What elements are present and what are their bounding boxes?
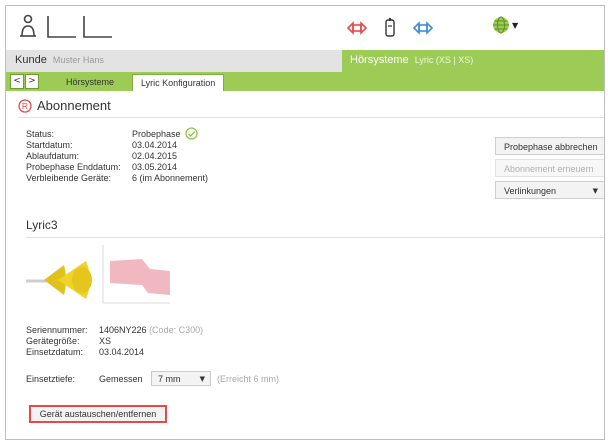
- links-dropdown-label: Verlinkungen: [504, 186, 557, 196]
- lyric-device-image: [26, 261, 92, 299]
- svg-text:R: R: [22, 101, 28, 111]
- remaining-devices-label: Verbleibende Geräte:: [26, 173, 112, 183]
- subscription-title: Abonnement: [37, 98, 111, 113]
- status-row: Status: Probephase: [26, 127, 326, 140]
- insertion-date-value: 03.04.2014: [99, 347, 145, 357]
- serial-code: (Code: C300): [149, 325, 204, 335]
- left-hearing-aid-red-icon[interactable]: [346, 21, 368, 35]
- replace-remove-device-button[interactable]: Gerät austauschen/entfernen: [29, 405, 167, 423]
- hearing-systems-header: Hörsysteme Lyric (XS | XS): [342, 50, 604, 72]
- cancel-trial-button[interactable]: Probephase abbrechen: [495, 137, 604, 155]
- customer-label: Kunde: [15, 54, 47, 66]
- hearing-systems-sub: Lyric (XS | XS): [414, 55, 474, 65]
- trial-end-date-label: Probephase Enddatum:: [26, 162, 121, 172]
- insertion-depth-label: Einsetztiefe:: [26, 374, 76, 384]
- nav-back-button[interactable]: <: [10, 74, 24, 89]
- status-label: Status:: [26, 129, 55, 139]
- size-value: XS: [99, 336, 112, 346]
- tab-lyric-konfiguration[interactable]: Lyric Konfiguration: [132, 74, 225, 91]
- start-date-row: Startdatum: 03.04.2014: [26, 140, 326, 151]
- expiry-date-value: 02.04.2015: [132, 151, 178, 161]
- insertion-date-label: Einsetzdatum:: [26, 347, 84, 357]
- ear-canal-depth-diagram: [102, 245, 170, 304]
- start-date-label: Startdatum:: [26, 140, 73, 150]
- top-bar: ▼: [6, 6, 604, 51]
- divider: [18, 117, 604, 118]
- right-hearing-aid-blue-icon[interactable]: [412, 21, 434, 35]
- check-circle-icon: [185, 127, 198, 140]
- device-status-icons: [346, 14, 450, 42]
- customer-header: Kunde Muster Hans: [6, 50, 342, 72]
- insertion-depth-select[interactable]: 7 mm ▼: [151, 371, 211, 386]
- tab-hoersysteme[interactable]: Hörsysteme: [58, 74, 122, 90]
- chevron-down-icon: ▼: [512, 20, 519, 30]
- trial-end-date-row: Probephase Enddatum: 03.05.2014: [26, 162, 326, 173]
- size-label: Gerätegröße:: [26, 336, 80, 346]
- device-details: Seriennummer: 1406NY226 (Code: C300) Ger…: [26, 325, 346, 358]
- trial-end-date-value: 03.05.2014: [132, 162, 178, 172]
- serial-row: Seriennummer: 1406NY226 (Code: C300): [26, 325, 346, 336]
- hearing-systems-label: Hörsysteme: [350, 54, 409, 66]
- context-header: Kunde Muster Hans Hörsysteme Lyric (XS |…: [6, 50, 604, 72]
- size-row: Gerätegröße: XS: [26, 336, 346, 347]
- app-window: ▼ Kunde Muster Hans Hörsysteme Lyric (XS…: [5, 5, 605, 440]
- status-value: Probephase: [132, 129, 181, 139]
- registered-icon: R: [18, 99, 32, 113]
- remaining-devices-row: Verbleibende Geräte: 6 (im Abonnement): [26, 173, 326, 184]
- serial-label: Seriennummer:: [26, 325, 88, 335]
- links-dropdown[interactable]: Verlinkungen ▼: [495, 181, 604, 199]
- chevron-down-icon: ▼: [199, 375, 205, 383]
- nav-forward-button[interactable]: >: [25, 74, 39, 89]
- expiry-date-label: Ablaufdatum:: [26, 151, 80, 161]
- app-logo: [20, 14, 112, 38]
- customer-name: Muster Hans: [52, 55, 104, 65]
- insertion-depth-reached: (Erreicht 6 mm): [217, 374, 280, 384]
- globe-icon: [493, 16, 509, 34]
- insertion-depth-select-value: 7 mm: [158, 374, 181, 384]
- language-globe-menu[interactable]: ▼: [492, 16, 518, 34]
- divider: [26, 237, 604, 238]
- insertion-date-row: Einsetzdatum: 03.04.2014: [26, 347, 346, 358]
- tab-bar: < > Hörsysteme Lyric Konfiguration: [6, 72, 604, 91]
- renew-subscription-button[interactable]: Abonnement erneuern: [495, 159, 604, 177]
- device-title: Lyric3: [26, 218, 58, 232]
- chevron-down-icon: ▼: [592, 187, 598, 195]
- start-date-value: 03.04.2014: [132, 140, 178, 150]
- serial-value: 1406NY226: [99, 325, 147, 335]
- remote-control-icon[interactable]: [384, 18, 396, 38]
- expiry-date-row: Ablaufdatum: 02.04.2015: [26, 151, 326, 162]
- insertion-depth-mode: Gemessen: [99, 374, 143, 384]
- subscription-details: Status: Probephase Startdatum: 03.04.201…: [26, 127, 326, 184]
- remaining-devices-value: 6 (im Abonnement): [132, 173, 209, 183]
